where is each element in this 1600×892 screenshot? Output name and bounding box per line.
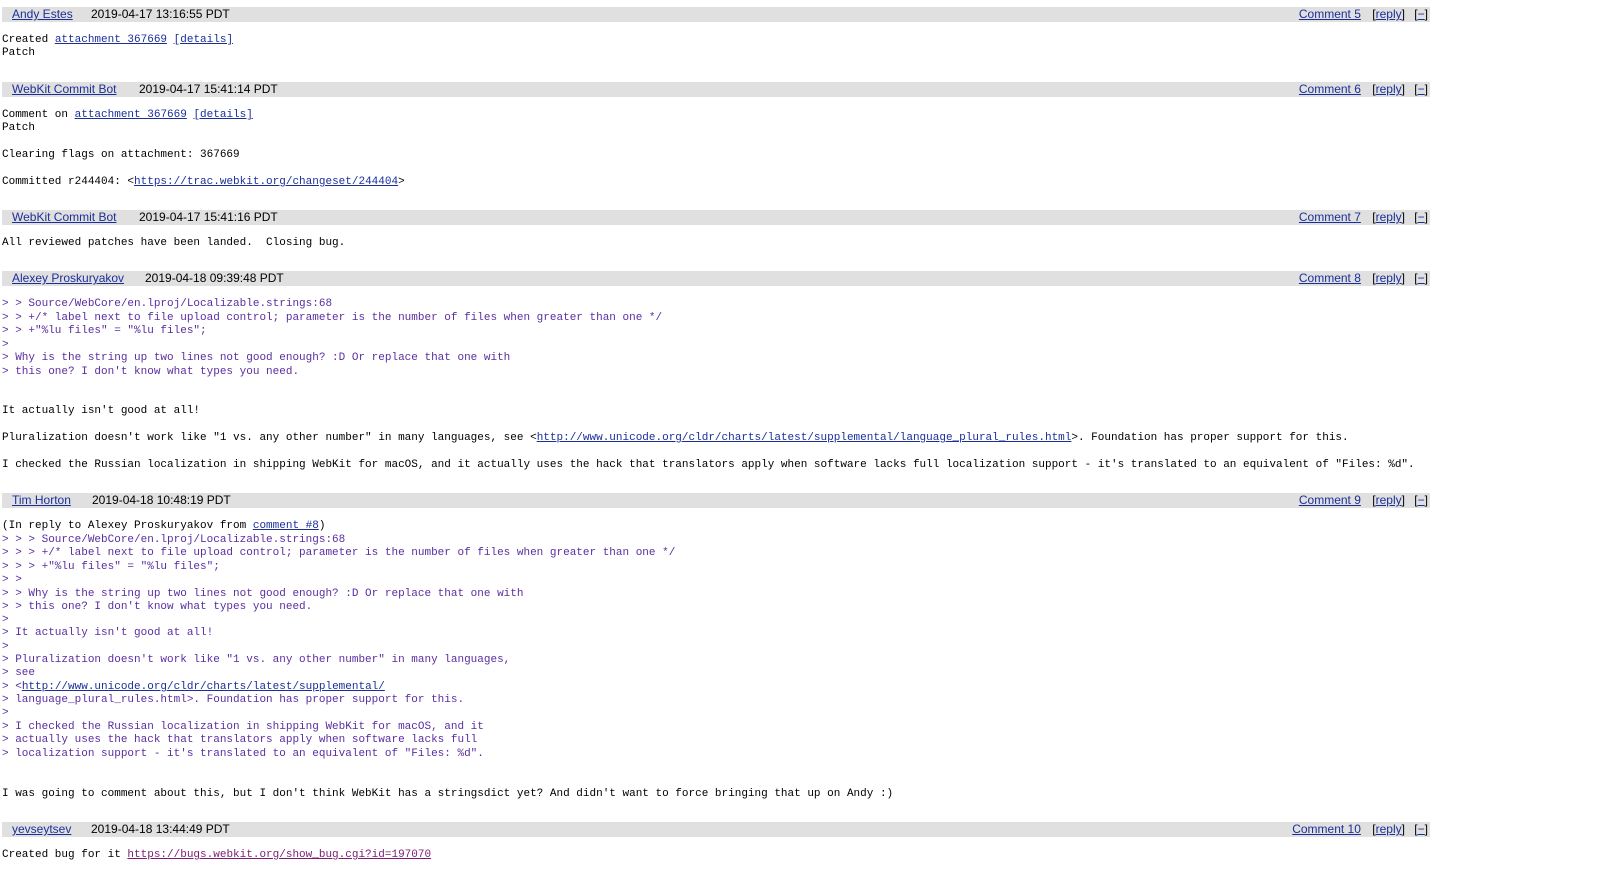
quoted-line: >	[2, 641, 9, 653]
collapse-link[interactable]: −	[1418, 822, 1425, 836]
quoted-line: >	[2, 614, 9, 626]
quoted-line: > > Why is the string up two lines not g…	[2, 588, 524, 600]
comment-body-line: Comment on attachment 367669 [details]	[2, 109, 253, 121]
quoted-line: > It actually isn't good at all!	[2, 627, 214, 639]
comment-actions: Comment 5 [reply] [−]	[1293, 7, 1428, 22]
quoted-line: > actually uses the hack that translator…	[2, 734, 478, 746]
attachment-link[interactable]: attachment 367669	[55, 34, 167, 46]
quoted-line: > localization support - it's translated…	[2, 748, 484, 760]
quoted-line: > > > Source/WebCore/en.lproj/Localizabl…	[2, 534, 346, 546]
comment-body-line: Patch	[2, 47, 36, 59]
reply-link[interactable]: reply	[1376, 822, 1402, 836]
quoted-line: > > +"%lu files" = "%lu files";	[2, 325, 207, 337]
details-link[interactable]: [details]	[193, 109, 252, 121]
comment-actions: Comment 6 [reply] [−]	[1293, 82, 1428, 97]
comment-header: Alexey Proskuryakov 2019-04-18 09:39:48 …	[2, 271, 1430, 286]
attachment-link[interactable]: attachment 367669	[75, 109, 187, 121]
collapse-control: [−]	[1414, 493, 1428, 507]
quoted-line: > see	[2, 667, 36, 679]
reply-link[interactable]: reply	[1376, 210, 1402, 224]
comment-actions: Comment 7 [reply] [−]	[1293, 210, 1428, 225]
quoted-line: > > this one? I don't know what types yo…	[2, 601, 313, 613]
collapse-control: [−]	[1414, 7, 1428, 21]
comment-timestamp: 2019-04-18 13:44:49 PDT	[91, 822, 230, 836]
collapse-link[interactable]: −	[1418, 271, 1425, 285]
quoted-line: >	[2, 707, 9, 719]
comment-body-line: It actually isn't good at all!	[2, 405, 201, 417]
changeset-link[interactable]: https://trac.webkit.org/changeset/244404	[134, 176, 398, 188]
collapse-control: [−]	[1414, 271, 1428, 285]
comment-header: WebKit Commit Bot 2019-04-17 15:41:14 PD…	[2, 82, 1430, 97]
collapse-control: [−]	[1414, 822, 1428, 836]
comment-actions: Comment 10 [reply] [−]	[1286, 822, 1428, 837]
comment-body-line: I checked the Russian localization in sh…	[2, 459, 1415, 471]
comment-body-line: Committed r244404: <https://trac.webkit.…	[2, 176, 405, 188]
quoted-line: > > > +/* label next to file upload cont…	[2, 547, 676, 559]
unicode-charts-link[interactable]: http://www.unicode.org/cldr/charts/lates…	[22, 681, 385, 693]
reply-link[interactable]: reply	[1376, 271, 1402, 285]
author-link[interactable]: WebKit Commit Bot	[12, 82, 116, 97]
comment-number-link[interactable]: Comment 7	[1299, 210, 1361, 224]
comment-timestamp: 2019-04-17 15:41:14 PDT	[139, 82, 278, 96]
quoted-line: > > Source/WebCore/en.lproj/Localizable.…	[2, 298, 333, 310]
comment-timestamp: 2019-04-17 13:16:55 PDT	[91, 7, 230, 21]
comment-number-link[interactable]: Comment 6	[1299, 82, 1361, 96]
comment-header: Tim Horton 2019-04-18 10:48:19 PDT Comme…	[2, 493, 1430, 508]
collapse-link[interactable]: −	[1418, 493, 1425, 507]
comment-body-line: Pluralization doesn't work like "1 vs. a…	[2, 432, 1349, 444]
quoted-line: >	[2, 339, 9, 351]
bug-link[interactable]: https://bugs.webkit.org/show_bug.cgi?id=…	[127, 849, 431, 861]
comment-number-link[interactable]: Comment 10	[1292, 822, 1361, 836]
author-link[interactable]: yevseytsev	[12, 822, 71, 837]
collapse-link[interactable]: −	[1418, 210, 1425, 224]
author-link[interactable]: Tim Horton	[12, 493, 71, 508]
quoted-line: > Pluralization doesn't work like "1 vs.…	[2, 654, 511, 666]
comment-actions: Comment 8 [reply] [−]	[1293, 271, 1428, 286]
quoted-line: > this one? I don't know what types you …	[2, 366, 300, 378]
collapse-control: [−]	[1414, 82, 1428, 96]
comment-body-line: All reviewed patches have been landed. C…	[2, 237, 346, 249]
reply-link[interactable]: reply	[1376, 7, 1402, 21]
quoted-line: > Why is the string up two lines not goo…	[2, 352, 511, 364]
comment-body-line: Patch	[2, 122, 36, 134]
comment-header: yevseytsev 2019-04-18 13:44:49 PDT Comme…	[2, 822, 1430, 837]
comment-body-line: (In reply to Alexey Proskuryakov from co…	[2, 520, 326, 532]
reply-control: [reply]	[1372, 210, 1405, 224]
reply-control: [reply]	[1372, 493, 1405, 507]
comment-timestamp: 2019-04-18 09:39:48 PDT	[145, 271, 284, 285]
quoted-line: > >	[2, 574, 22, 586]
comment-actions: Comment 9 [reply] [−]	[1293, 493, 1428, 508]
author-link[interactable]: Alexey Proskuryakov	[12, 271, 124, 286]
quoted-line: > > > +"%lu files" = "%lu files";	[2, 561, 220, 573]
reply-control: [reply]	[1372, 7, 1405, 21]
comment-number-link[interactable]: Comment 5	[1299, 7, 1361, 21]
comment-header: Andy Estes 2019-04-17 13:16:55 PDT Comme…	[2, 7, 1430, 22]
quoted-line: > > +/* label next to file upload contro…	[2, 312, 663, 324]
reply-control: [reply]	[1372, 82, 1405, 96]
reply-control: [reply]	[1372, 271, 1405, 285]
comment-body-line: Created bug for it https://bugs.webkit.o…	[2, 849, 432, 861]
unicode-plural-rules-link[interactable]: http://www.unicode.org/cldr/charts/lates…	[537, 432, 1072, 444]
reply-link[interactable]: reply	[1376, 493, 1402, 507]
reply-control: [reply]	[1372, 822, 1405, 836]
comment-body-line: I was going to comment about this, but I…	[2, 788, 894, 800]
details-link[interactable]: [details]	[174, 34, 233, 46]
comment-body-line: Created attachment 367669 [details]	[2, 34, 234, 46]
quoted-line: > language_plural_rules.html>. Foundatio…	[2, 694, 465, 706]
reply-link[interactable]: reply	[1376, 82, 1402, 96]
comment-timestamp: 2019-04-17 15:41:16 PDT	[139, 210, 278, 224]
collapse-link[interactable]: −	[1418, 82, 1425, 96]
comment-number-link[interactable]: Comment 9	[1299, 493, 1361, 507]
comment-body-line: Clearing flags on attachment: 367669	[2, 149, 240, 161]
comment-reference-link[interactable]: comment #8	[253, 520, 319, 532]
author-link[interactable]: WebKit Commit Bot	[12, 210, 116, 225]
collapse-link[interactable]: −	[1418, 7, 1425, 21]
collapse-control: [−]	[1414, 210, 1428, 224]
quoted-line: > <http://www.unicode.org/cldr/charts/la…	[2, 681, 385, 693]
comment-timestamp: 2019-04-18 10:48:19 PDT	[92, 493, 231, 507]
comment-header: WebKit Commit Bot 2019-04-17 15:41:16 PD…	[2, 210, 1430, 225]
author-link[interactable]: Andy Estes	[12, 7, 73, 22]
quoted-line: > I checked the Russian localization in …	[2, 721, 484, 733]
comment-number-link[interactable]: Comment 8	[1299, 271, 1361, 285]
